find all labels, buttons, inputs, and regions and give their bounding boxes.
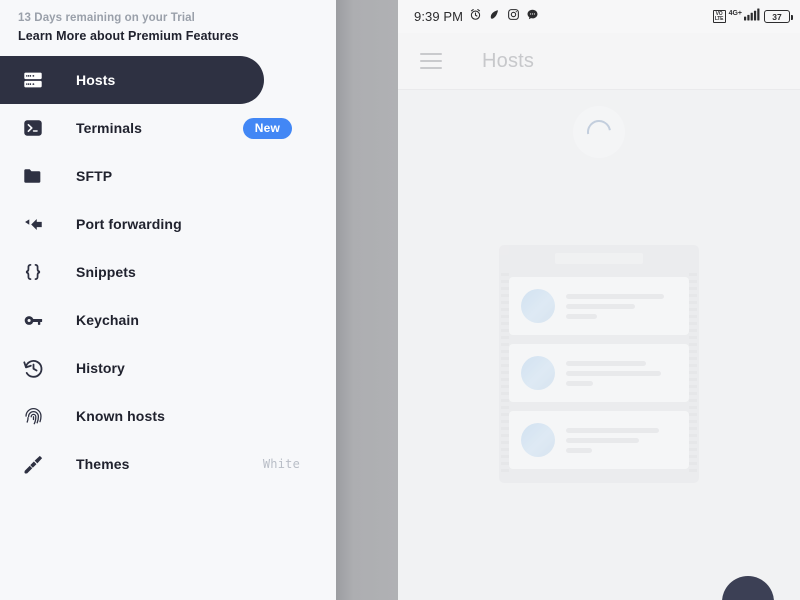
skeleton-line — [566, 360, 646, 366]
hamburger-bar — [420, 53, 442, 55]
instagram-icon — [507, 8, 520, 26]
sidebar-item-snippets[interactable]: Snippets — [0, 248, 336, 296]
drawer-scrim-overlay[interactable] — [336, 0, 398, 600]
status-badge-new: New — [242, 117, 292, 139]
skeleton-line — [566, 303, 635, 309]
alarm-icon — [469, 8, 482, 26]
status-system-icons: VO LTE 4G+ 37 — [712, 8, 793, 26]
sidebar-item-label: SFTP — [76, 168, 113, 184]
chat-bubble-icon — [526, 8, 539, 26]
signal-bars-icon — [744, 8, 761, 26]
history-icon — [18, 353, 48, 383]
folder-icon — [18, 161, 48, 191]
status-clock: 9:39 PM — [414, 9, 464, 24]
sidebar-item-label: Known hosts — [76, 408, 165, 424]
illustration-card-list — [501, 273, 697, 473]
screen-root: 13 Days remaining on your Trial Learn Mo… — [0, 0, 800, 600]
illustration-rail-right — [689, 273, 697, 473]
list-item — [509, 411, 689, 469]
illustration-text-lines — [566, 360, 677, 386]
sidebar-item-themes[interactable]: Themes White — [0, 440, 336, 488]
drawer-item-list: Hosts Terminals New SFTP Port forwarding… — [0, 56, 336, 488]
android-status-bar: 9:39 PM VO LTE 4G+ 37 — [398, 0, 800, 33]
hamburger-bar — [420, 67, 442, 69]
loading-spinner-icon — [582, 115, 616, 149]
trial-learn-more-link[interactable]: Learn More about Premium Features — [18, 27, 336, 45]
illustration-notch — [555, 253, 643, 264]
hamburger-bar — [420, 60, 442, 62]
sidebar-item-label: Themes — [76, 456, 130, 472]
sidebar-item-sftp[interactable]: SFTP — [0, 152, 336, 200]
avatar — [521, 356, 555, 390]
loading-spinner-container — [573, 106, 625, 158]
key-icon — [18, 305, 48, 335]
app-panel: 9:39 PM VO LTE 4G+ 37 Hosts — [398, 0, 800, 600]
skeleton-line — [566, 427, 660, 433]
hosts-content-area — [398, 90, 800, 600]
skeleton-line — [566, 313, 598, 319]
app-bar: Hosts — [398, 33, 800, 90]
sidebar-item-label: Keychain — [76, 312, 140, 328]
sidebar-item-label: Snippets — [76, 264, 136, 280]
skeleton-line — [566, 447, 592, 453]
sidebar-item-label: Terminals — [76, 120, 142, 136]
list-item — [509, 277, 689, 335]
sidebar-item-port-forwarding[interactable]: Port forwarding — [0, 200, 336, 248]
add-host-fab[interactable] — [722, 576, 774, 600]
network-type-label: 4G+ — [728, 9, 742, 17]
illustration-text-lines — [566, 293, 677, 319]
illustration-text-lines — [566, 427, 677, 453]
navigation-drawer: 13 Days remaining on your Trial Learn Mo… — [0, 0, 336, 600]
trial-banner[interactable]: 13 Days remaining on your Trial Learn Mo… — [0, 0, 336, 45]
sidebar-item-history[interactable]: History — [0, 344, 336, 392]
skeleton-line — [566, 380, 593, 386]
illustration-device-frame — [499, 245, 699, 483]
sidebar-item-keychain[interactable]: Keychain — [0, 296, 336, 344]
paintbrush-icon — [18, 449, 48, 479]
sidebar-item-terminals[interactable]: Terminals New — [0, 104, 336, 152]
list-item — [509, 344, 689, 402]
hamburger-menu-icon[interactable] — [420, 53, 442, 69]
arrows-icon — [18, 209, 48, 239]
fingerprint-icon — [18, 401, 48, 431]
battery-level-text: 37 — [772, 11, 782, 22]
avatar — [521, 423, 555, 457]
volte-icon: VO LTE — [712, 10, 726, 23]
skeleton-line — [566, 370, 662, 376]
braces-icon — [18, 257, 48, 287]
status-notification-icons — [469, 8, 539, 26]
empty-state-illustration — [499, 245, 699, 483]
page-title: Hosts — [482, 49, 535, 72]
themes-current-value: White — [262, 457, 300, 471]
avatar — [521, 289, 555, 323]
navigation-icon — [488, 8, 501, 26]
server-icon — [18, 65, 48, 95]
sidebar-item-label: Port forwarding — [76, 216, 182, 232]
skeleton-line — [566, 293, 664, 299]
sidebar-item-hosts[interactable]: Hosts — [0, 56, 264, 104]
illustration-rail-left — [501, 273, 509, 473]
skeleton-line — [566, 437, 640, 443]
trial-days-remaining: 13 Days remaining on your Trial — [18, 12, 195, 24]
sidebar-item-known-hosts[interactable]: Known hosts — [0, 392, 336, 440]
sidebar-item-label: History — [76, 360, 125, 376]
battery-indicator: 37 — [764, 10, 793, 23]
sidebar-item-label: Hosts — [76, 72, 116, 88]
volte-bottom-label: LTE — [714, 15, 724, 22]
terminal-icon — [18, 113, 48, 143]
